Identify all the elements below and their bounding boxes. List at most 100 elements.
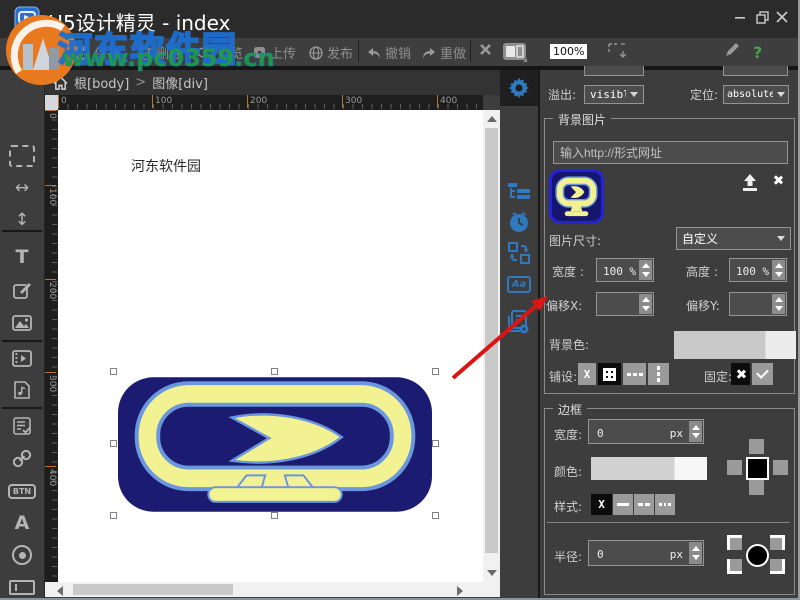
- vertical-scroll-thumb[interactable]: [485, 128, 498, 553]
- tile-repeat-x-button[interactable]: [623, 363, 646, 385]
- spinner[interactable]: [772, 294, 785, 314]
- redo-button[interactable]: 重做: [422, 43, 466, 62]
- radio-tool[interactable]: [0, 542, 44, 568]
- button-tool[interactable]: BTN: [0, 478, 44, 504]
- zoom-level-value[interactable]: 100%: [550, 44, 587, 59]
- radius-all-corners[interactable]: [746, 544, 769, 567]
- tile-repeat-button[interactable]: [598, 363, 621, 385]
- selection-handle-se[interactable]: [432, 512, 439, 519]
- border-color-swatch[interactable]: [591, 457, 707, 480]
- spinner[interactable]: [639, 294, 652, 314]
- spin-up-icon[interactable]: [642, 297, 650, 302]
- text-tool[interactable]: T: [0, 244, 44, 270]
- selection-handle-sw[interactable]: [110, 512, 117, 519]
- spinner[interactable]: [689, 542, 702, 564]
- overflow-select[interactable]: visible: [584, 85, 644, 104]
- layer-tree-tab[interactable]: [500, 182, 538, 200]
- spinner[interactable]: [639, 260, 652, 280]
- spin-down-icon[interactable]: [642, 272, 650, 277]
- border-side-all[interactable]: [746, 457, 769, 480]
- selection-handle-w[interactable]: [110, 440, 117, 447]
- vertical-scrollbar[interactable]: [483, 110, 500, 582]
- close-button[interactable]: [773, 8, 791, 26]
- radius-corner-tr[interactable]: [770, 535, 785, 550]
- image-tool[interactable]: [0, 310, 44, 336]
- selected-image-element[interactable]: [118, 377, 432, 512]
- panel-toggle-button[interactable]: [502, 42, 527, 62]
- offset-y-stepper[interactable]: [729, 292, 787, 316]
- selection-handle-nw[interactable]: [110, 368, 117, 375]
- spinner[interactable]: [772, 260, 785, 280]
- selection-handle-n[interactable]: [271, 368, 278, 375]
- selection-handle-ne[interactable]: [432, 368, 439, 375]
- border-style-solid-button[interactable]: [613, 494, 633, 515]
- fixed-yes-button[interactable]: [752, 363, 773, 385]
- properties-tab[interactable]: [500, 70, 538, 106]
- spin-up-icon[interactable]: [775, 263, 783, 268]
- border-style-none-button[interactable]: X: [591, 494, 612, 515]
- horizontal-scrollbar[interactable]: [45, 582, 500, 597]
- animation-tab[interactable]: [500, 242, 538, 264]
- bg-color-swatch[interactable]: [674, 331, 796, 359]
- offset-x-stepper[interactable]: [596, 292, 654, 316]
- bg-image-thumbnail[interactable]: [549, 169, 604, 224]
- minimize-button[interactable]: [731, 8, 749, 26]
- undo-button[interactable]: 撤销: [367, 43, 411, 62]
- horizontal-scroll-thumb[interactable]: [73, 584, 233, 595]
- eyedropper-button[interactable]: [725, 43, 739, 57]
- scroll-right-arrow[interactable]: [457, 586, 463, 596]
- bg-height-stepper[interactable]: 100 %: [729, 258, 787, 282]
- scroll-down-arrow[interactable]: [487, 570, 497, 576]
- spin-up-icon[interactable]: [775, 297, 783, 302]
- border-style-dotted-button[interactable]: [655, 494, 675, 515]
- input-tool[interactable]: [0, 574, 44, 600]
- help-button[interactable]: ?: [753, 43, 762, 62]
- spin-down-icon[interactable]: [775, 306, 783, 311]
- video-tool[interactable]: [0, 345, 44, 371]
- bg-width-stepper[interactable]: 100 %: [596, 258, 654, 282]
- spin-up-icon[interactable]: [692, 546, 700, 551]
- breadcrumb-root[interactable]: 根[body]: [74, 73, 129, 92]
- border-radius-stepper[interactable]: 0 px: [588, 540, 704, 566]
- border-side-top[interactable]: [749, 439, 764, 454]
- spin-down-icon[interactable]: [642, 306, 650, 311]
- edit-tool[interactable]: [0, 277, 44, 303]
- font-settings-tab[interactable]: Aa: [500, 276, 538, 293]
- canvas-text-element[interactable]: 河东软件园: [131, 156, 201, 176]
- scroll-left-arrow[interactable]: [57, 586, 63, 596]
- link-tool[interactable]: [0, 446, 44, 472]
- design-canvas[interactable]: 河东软件园: [58, 110, 483, 582]
- image-size-select[interactable]: 自定义: [676, 227, 791, 250]
- border-side-left[interactable]: [727, 460, 742, 475]
- radius-corner-tl[interactable]: [727, 535, 742, 550]
- restore-button[interactable]: [753, 8, 771, 26]
- breadcrumb-current[interactable]: 图像[div]: [152, 73, 208, 92]
- scroll-up-arrow[interactable]: [487, 116, 497, 122]
- spin-down-icon[interactable]: [692, 433, 700, 438]
- bg-clear-button[interactable]: [773, 175, 786, 188]
- spin-down-icon[interactable]: [692, 555, 700, 560]
- horizontal-resize-tool[interactable]: ↔: [0, 175, 44, 201]
- border-width-stepper[interactable]: 0 px: [588, 419, 704, 444]
- spin-up-icon[interactable]: [642, 263, 650, 268]
- div-container-tool[interactable]: [0, 143, 44, 169]
- border-style-dashed-button[interactable]: [634, 494, 654, 515]
- selection-handle-e[interactable]: [432, 440, 439, 447]
- border-side-bottom[interactable]: [749, 480, 764, 495]
- spinner[interactable]: [689, 421, 702, 442]
- bg-url-input[interactable]: [553, 141, 788, 164]
- tile-repeat-y-button[interactable]: [648, 363, 669, 385]
- position-select[interactable]: absolute: [723, 85, 789, 104]
- selection-handle-s[interactable]: [271, 512, 278, 519]
- form-tool[interactable]: [0, 413, 44, 439]
- fixed-no-button[interactable]: [731, 363, 750, 385]
- border-side-right[interactable]: [773, 460, 788, 475]
- spin-down-icon[interactable]: [775, 272, 783, 277]
- radius-corner-bl[interactable]: [727, 559, 742, 574]
- font-tool[interactable]: A: [0, 510, 44, 536]
- tile-none-button[interactable]: X: [578, 363, 596, 385]
- clear-canvas-button[interactable]: [479, 43, 492, 56]
- publish-button[interactable]: 发布: [309, 43, 353, 62]
- bg-upload-button[interactable]: [739, 174, 761, 192]
- timer-tab[interactable]: [500, 211, 538, 235]
